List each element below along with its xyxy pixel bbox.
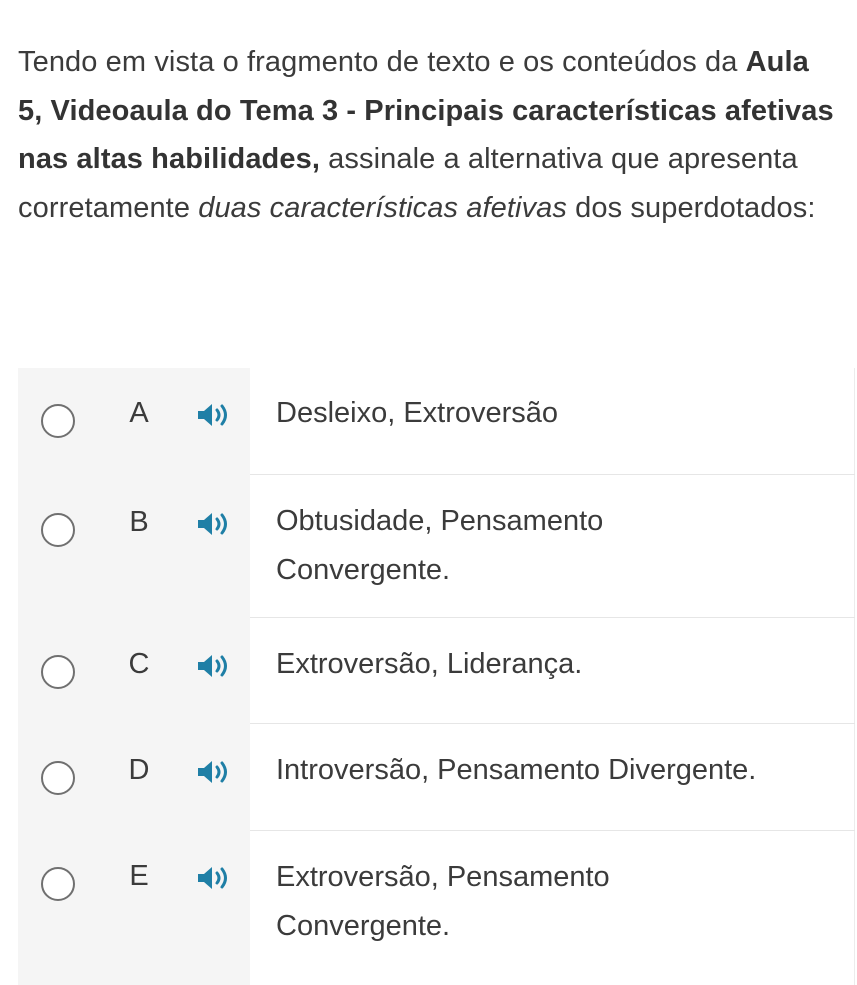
radio-button-a[interactable] <box>41 404 75 438</box>
option-b[interactable]: B Obtusidade, Pensamento Convergente. <box>18 475 855 618</box>
question-italic: duas características afetivas <box>198 191 568 224</box>
speaker-icon[interactable] <box>196 758 232 786</box>
option-c[interactable]: C Extroversão, Liderança. <box>18 618 855 724</box>
speaker-icon[interactable] <box>196 401 232 429</box>
question-part-1: Tendo em vista o fragmento de texto e os… <box>18 46 746 78</box>
option-text: Desleixo, Extroversão <box>276 397 559 429</box>
option-letter: E <box>129 860 149 892</box>
question-text: Tendo em vista o fragmento de texto e os… <box>18 38 838 232</box>
option-d[interactable]: D Introversão, Pensamento Divergente. <box>18 724 855 831</box>
option-e[interactable]: E Extroversão, Pensamento Convergente. <box>18 831 855 985</box>
speaker-icon[interactable] <box>196 510 232 538</box>
answer-options: A Desleixo, Extroversão B Obtusidade, Pe… <box>18 368 855 985</box>
speaker-icon[interactable] <box>196 652 232 680</box>
option-letter: A <box>129 397 149 429</box>
radio-button-c[interactable] <box>41 655 75 689</box>
question-part-3: dos superdotados: <box>567 191 816 224</box>
option-text: Introversão, Pensamento Divergente. <box>276 754 757 786</box>
option-letter: B <box>129 506 149 538</box>
option-letter: D <box>128 754 150 786</box>
radio-button-e[interactable] <box>41 867 75 901</box>
option-text: Extroversão, Pensamento Convergente. <box>276 861 610 942</box>
radio-button-b[interactable] <box>41 513 75 547</box>
radio-button-d[interactable] <box>41 761 75 795</box>
option-a[interactable]: A Desleixo, Extroversão <box>18 368 855 475</box>
option-text: Extroversão, Liderança. <box>276 648 583 680</box>
speaker-icon[interactable] <box>196 864 232 892</box>
option-text: Obtusidade, Pensamento Convergente. <box>276 505 604 586</box>
option-letter: C <box>128 648 150 680</box>
